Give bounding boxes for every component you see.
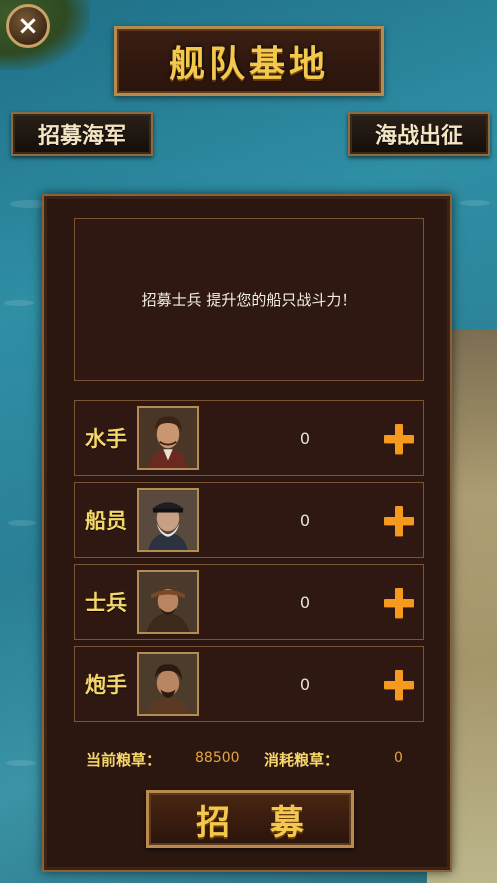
wave bbox=[6, 760, 36, 766]
plus-icon-stroke bbox=[395, 506, 403, 536]
unit-count: 0 bbox=[299, 592, 311, 612]
title-plaque: 舰队基地 bbox=[114, 26, 384, 96]
plus-icon-stroke bbox=[395, 424, 403, 454]
info-text: 招募士兵 提升您的船只战斗力！ bbox=[141, 291, 357, 309]
recruit-button[interactable]: 招 募 bbox=[146, 790, 354, 848]
unit-row-sailor: 水手 0 bbox=[74, 400, 424, 476]
unit-row-gunner: 炮手 0 bbox=[74, 646, 424, 722]
wave bbox=[460, 200, 490, 206]
current-food-label: 当前粮草： bbox=[86, 751, 162, 769]
wave bbox=[8, 520, 36, 526]
unit-count: 0 bbox=[299, 674, 311, 694]
recruit-panel: 招募士兵 提升您的船只战斗力！ 水手 0 船员 0 士兵 0 炮手 0 当前粮草… bbox=[42, 194, 452, 872]
soldier-portrait bbox=[137, 570, 199, 634]
consume-food-label: 消耗粮草： bbox=[264, 751, 340, 769]
add-gunner-button[interactable] bbox=[384, 670, 414, 700]
add-crewman-button[interactable] bbox=[384, 506, 414, 536]
close-icon: × bbox=[17, 11, 39, 41]
gunner-portrait bbox=[137, 652, 199, 716]
current-food-value: 88500 bbox=[195, 750, 240, 766]
crewman-portrait bbox=[137, 488, 199, 552]
add-sailor-button[interactable] bbox=[384, 424, 414, 454]
unit-label: 炮手 bbox=[85, 672, 127, 697]
unit-label: 士兵 bbox=[85, 590, 127, 615]
info-box: 招募士兵 提升您的船只战斗力！ bbox=[74, 218, 424, 381]
add-soldier-button[interactable] bbox=[384, 588, 414, 618]
wave bbox=[4, 300, 34, 306]
unit-count: 0 bbox=[299, 428, 311, 448]
recruit-navy-button[interactable]: 招募海军 bbox=[11, 112, 153, 156]
sailor-portrait bbox=[137, 406, 199, 470]
plus-icon-stroke bbox=[395, 588, 403, 618]
unit-row-crewman: 船员 0 bbox=[74, 482, 424, 558]
plus-icon-stroke bbox=[395, 670, 403, 700]
page-title: 舰队基地 bbox=[168, 43, 329, 85]
unit-row-soldier: 士兵 0 bbox=[74, 564, 424, 640]
unit-label: 船员 bbox=[85, 508, 127, 533]
food-summary: 当前粮草： 88500 消耗粮草： 0 bbox=[86, 747, 426, 771]
consume-food-value: 0 bbox=[394, 750, 403, 766]
unit-count: 0 bbox=[299, 510, 311, 530]
close-button[interactable]: × bbox=[6, 4, 50, 48]
sea-battle-button[interactable]: 海战出征 bbox=[348, 112, 490, 156]
unit-label: 水手 bbox=[85, 426, 127, 451]
